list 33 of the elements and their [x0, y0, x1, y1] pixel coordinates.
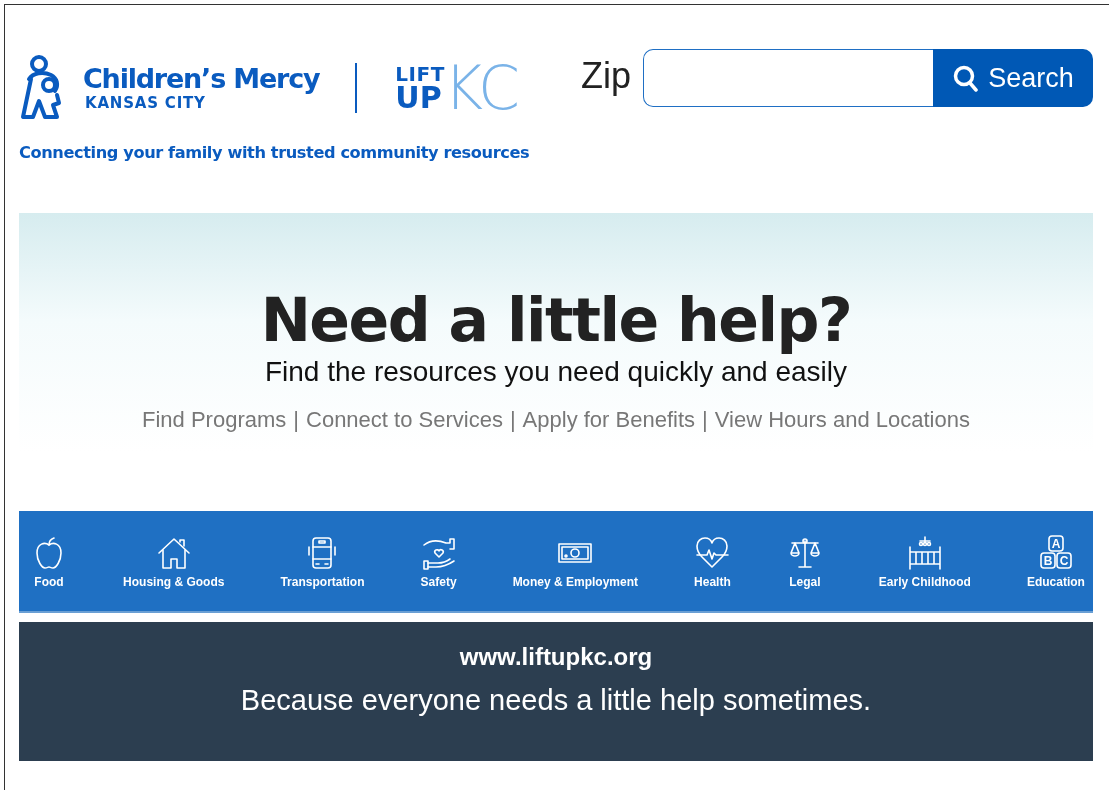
hero-link[interactable]: Apply for Benefits: [522, 407, 696, 433]
search-icon: [952, 64, 981, 92]
heart-pulse-icon: [694, 535, 731, 571]
hero-link[interactable]: View Hours and Locations: [714, 407, 970, 433]
tagline: Connecting your family with trusted community resources: [19, 143, 530, 162]
category-link[interactable]: Legal: [786, 535, 823, 611]
search-button[interactable]: Search: [933, 49, 1093, 107]
zip-input-field[interactable]: [643, 49, 933, 107]
house-icon: [155, 535, 192, 571]
hero-subtitle: Find the resources you need quickly and easily: [264, 355, 848, 389]
hands-heart-icon: [420, 535, 457, 571]
crib-icon: [906, 535, 943, 571]
hero-title: Need a little help?: [260, 285, 852, 355]
category-link[interactable]: Housing & Goods: [123, 535, 225, 611]
brand-city: KANSAS CITY: [85, 94, 207, 112]
up-word: UP: [395, 84, 442, 112]
category-link[interactable]: Food: [31, 535, 67, 611]
category-link[interactable]: Early Childhood: [878, 535, 971, 611]
zip-label: Zip: [581, 55, 631, 97]
category-link[interactable]: Money & Employment: [512, 535, 638, 611]
link-separator: |: [702, 407, 708, 433]
category-link[interactable]: Health: [694, 535, 731, 611]
link-separator: |: [293, 407, 299, 433]
category-link[interactable]: Transportation: [280, 535, 365, 611]
category-link[interactable]: A B C Education: [1026, 535, 1085, 611]
footer-url: www.liftupkc.org: [459, 642, 653, 672]
link-separator: |: [509, 407, 516, 433]
lift-word: LIFT: [395, 64, 445, 84]
category-link[interactable]: Safety: [420, 535, 457, 611]
hero-link[interactable]: Find Programs: [142, 407, 287, 433]
footer-slogan: Because everyone needs a little help sometimes.: [240, 684, 872, 717]
hero-link[interactable]: Connect to Services: [306, 407, 503, 433]
brand-name: Children’s Mercy: [83, 64, 320, 94]
